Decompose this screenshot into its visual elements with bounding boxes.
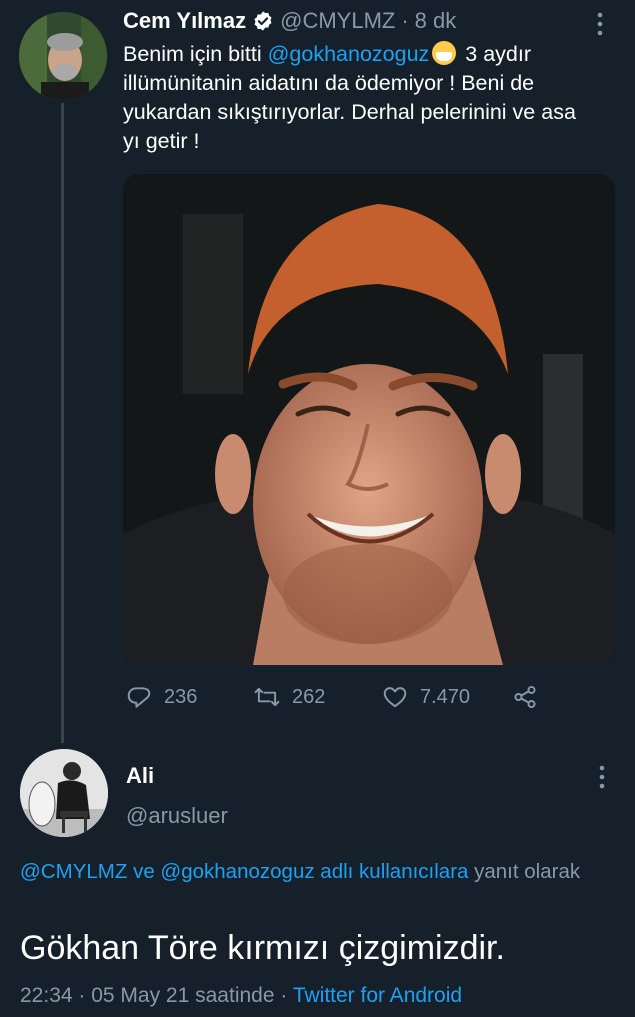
tweet-text-part1: Benim için bitti [123,42,268,66]
share-icon [514,685,536,709]
reply-time: 22:34 [20,984,73,1007]
reply-meta: 22:34 · 05 May 21 saatinde · Twitter for… [20,984,462,1008]
author-avatar[interactable] [19,12,107,100]
reply-icon [127,687,151,708]
verified-badge-icon [254,11,272,31]
share-button[interactable] [512,684,538,710]
reply-more-icon[interactable] [598,765,606,794]
tweet-source-link[interactable]: Twitter for Android [293,984,462,1007]
author-display-name[interactable]: Cem Yılmaz [123,8,246,34]
retweet-icon [254,687,280,707]
retweet-button[interactable]: 262 [254,684,382,710]
meta-separator: · [274,984,293,1007]
more-icon[interactable] [596,12,608,36]
avatar-photo [20,749,108,837]
avatar-photo [19,12,107,100]
reply-count: 236 [164,685,198,708]
reply-context-suffix: yanıt olarak [468,860,581,883]
reply-context-users-link[interactable]: adlı kullanıcılara [315,860,468,883]
reply-mention-1[interactable]: @CMYLMZ [20,860,127,883]
replying-to-context: @CMYLMZ ve @gokhanozoguz adlı kullanıcıl… [20,857,620,887]
meta-separator: · [72,984,92,1007]
reply-author-display-name[interactable]: Ali [126,763,154,789]
mention-link[interactable]: @gokhanozoguz [268,42,430,66]
reply-context-and: ve [127,860,161,883]
reply-author-handle[interactable]: @arusluer [126,803,228,829]
reply-text: Gökhan Töre kırmızı çizgimizdir. [20,929,505,967]
like-icon [383,687,407,708]
author-handle[interactable]: @CMYLMZ [280,8,395,34]
like-count: 7.470 [420,685,471,708]
tweet-media-image[interactable] [123,174,615,665]
reply-date: 05 May 21 saatinde [91,984,275,1007]
reply-author-avatar[interactable] [20,749,108,837]
like-button[interactable]: 7.470 [382,684,512,710]
retweet-count: 262 [292,685,326,708]
reply-mention-2[interactable]: @gokhanozoguz [160,860,314,883]
face-with-medical-mask-icon [432,41,457,65]
tweet-text: Benim için bitti @gokhanozoguz 3 aydır i… [123,40,593,156]
tweet-header: Cem Yılmaz @CMYLMZ · 8 dk [123,8,456,34]
tweet-actions: 236 262 7.470 [126,684,546,710]
photo [123,174,615,665]
tweet-time[interactable]: 8 dk [415,8,457,34]
separator-dot: · [401,8,409,33]
reply-button[interactable]: 236 [126,684,254,710]
thread-line [61,103,64,743]
